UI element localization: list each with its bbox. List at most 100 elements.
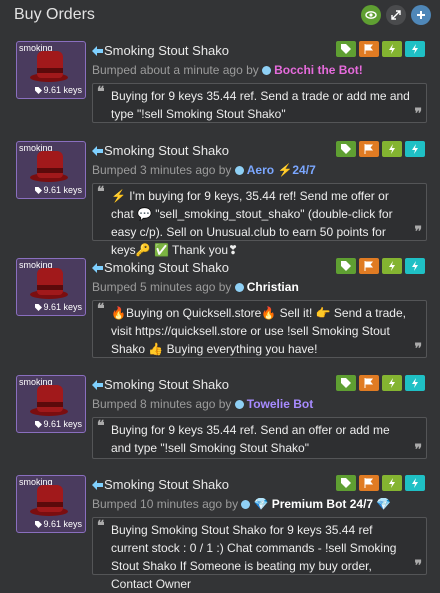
message-text: Buying for 9 keys 35.44 ref. Send a trad… bbox=[111, 89, 410, 121]
tag-icon-button[interactable] bbox=[336, 41, 356, 57]
price-badge: 9.61 keys bbox=[35, 302, 82, 313]
user-avatar bbox=[262, 66, 272, 75]
flag-icon-button[interactable] bbox=[359, 475, 379, 491]
hat-icon bbox=[37, 51, 63, 78]
listing-actions bbox=[336, 258, 425, 274]
quote-close-icon: ❞ bbox=[414, 341, 422, 357]
flag-icon-button[interactable] bbox=[359, 258, 379, 274]
price-badge: 9.61 keys bbox=[35, 419, 82, 430]
user-name[interactable]: Bocchi the Bot! bbox=[274, 63, 363, 77]
item-icon[interactable]: smoking 9.61 keys bbox=[16, 375, 86, 433]
price-badge: 9.61 keys bbox=[35, 85, 82, 96]
item-name-link[interactable]: Smoking Stout Shako bbox=[92, 260, 229, 275]
hat-icon bbox=[37, 268, 63, 295]
eye-icon[interactable] bbox=[361, 5, 381, 25]
user-name[interactable]: Towelie Bot bbox=[247, 397, 313, 411]
bump-info: Bumped 8 minutes ago by Towelie Bot bbox=[92, 397, 313, 411]
tag-icon-button[interactable] bbox=[336, 258, 356, 274]
arrow-left-icon bbox=[92, 45, 103, 56]
hat-band bbox=[37, 402, 63, 407]
listing-message: ❝ Buying for 9 keys 35.44 ref. Send a tr… bbox=[92, 83, 427, 123]
listing-message: ❝ 🔥Buying on Quicksell.store🔥 Sell it! 👉… bbox=[92, 300, 427, 358]
tag-icon bbox=[35, 187, 43, 194]
user-avatar bbox=[234, 283, 244, 292]
arrow-left-icon bbox=[92, 262, 103, 273]
listing-message: ❝ Buying for 9 keys 35.44 ref. Send an o… bbox=[92, 417, 427, 459]
item-name-link[interactable]: Smoking Stout Shako bbox=[92, 43, 229, 58]
plus-icon[interactable] bbox=[411, 5, 431, 25]
item-icon[interactable]: smoking 9.61 keys bbox=[16, 475, 86, 533]
listing-actions bbox=[336, 475, 425, 491]
flag-icon-button[interactable] bbox=[359, 41, 379, 57]
user-name[interactable]: Christian bbox=[247, 280, 299, 294]
hat-band bbox=[37, 68, 63, 73]
lightning-icon-button[interactable] bbox=[382, 475, 402, 491]
item-name-link[interactable]: Smoking Stout Shako bbox=[92, 377, 229, 392]
price-badge: 9.61 keys bbox=[35, 185, 82, 196]
lightning-icon-button-alt[interactable] bbox=[405, 375, 425, 391]
lightning-icon-button[interactable] bbox=[382, 258, 402, 274]
item-name: Smoking Stout Shako bbox=[104, 143, 230, 158]
listing-message: ❝ Buying Smoking Stout Shako for 9 keys … bbox=[92, 517, 427, 591]
item-icon[interactable]: smoking 9.61 keys bbox=[16, 141, 86, 199]
quote-open-icon: ❝ bbox=[97, 418, 105, 434]
user-name[interactable]: 💎 Premium Bot 24/7 💎 bbox=[253, 497, 391, 511]
tag-icon bbox=[35, 87, 43, 94]
panel-header: Buy Orders bbox=[0, 0, 440, 30]
tag-icon bbox=[35, 421, 43, 428]
quote-close-icon: ❞ bbox=[414, 224, 422, 240]
lightning-icon-button[interactable] bbox=[382, 41, 402, 57]
item-name: Smoking Stout Shako bbox=[104, 377, 230, 392]
item-icon[interactable]: smoking 9.61 keys bbox=[16, 258, 86, 316]
tag-icon-button[interactable] bbox=[336, 141, 356, 157]
bump-text: Bumped about a minute ago by bbox=[92, 63, 259, 77]
item-icon[interactable]: smoking 9.61 keys bbox=[16, 41, 86, 99]
lightning-icon-button-alt[interactable] bbox=[405, 475, 425, 491]
arrow-left-icon bbox=[92, 145, 103, 156]
price-value: 9.61 keys bbox=[43, 519, 82, 529]
flag-icon-button[interactable] bbox=[359, 375, 379, 391]
expand-icon[interactable] bbox=[386, 5, 406, 25]
lightning-icon-button[interactable] bbox=[382, 375, 402, 391]
panel-title: Buy Orders bbox=[14, 6, 95, 23]
hat-band bbox=[37, 502, 63, 507]
bump-info: Bumped 10 minutes ago by 💎 Premium Bot 2… bbox=[92, 497, 391, 511]
message-text: 🔥Buying on Quicksell.store🔥 Sell it! 👉 S… bbox=[111, 306, 406, 356]
lightning-icon-button-alt[interactable] bbox=[405, 41, 425, 57]
quote-close-icon: ❞ bbox=[414, 106, 422, 122]
lightning-icon-button[interactable] bbox=[382, 141, 402, 157]
flag-icon-button[interactable] bbox=[359, 141, 379, 157]
quote-open-icon: ❝ bbox=[97, 184, 105, 200]
quote-open-icon: ❝ bbox=[97, 301, 105, 317]
user-avatar bbox=[241, 500, 251, 509]
price-value: 9.61 keys bbox=[43, 85, 82, 95]
price-value: 9.61 keys bbox=[43, 185, 82, 195]
tag-icon bbox=[35, 304, 43, 311]
bump-text: Bumped 3 minutes ago by bbox=[92, 163, 232, 177]
tag-icon-button[interactable] bbox=[336, 475, 356, 491]
user-avatar bbox=[234, 400, 244, 409]
item-name-link[interactable]: Smoking Stout Shako bbox=[92, 143, 229, 158]
item-name: Smoking Stout Shako bbox=[104, 260, 230, 275]
bump-info: Bumped 3 minutes ago by Aero ⚡24/7 bbox=[92, 163, 316, 177]
price-value: 9.61 keys bbox=[43, 302, 82, 312]
item-name-link[interactable]: Smoking Stout Shako bbox=[92, 477, 229, 492]
tag-icon-button[interactable] bbox=[336, 375, 356, 391]
message-text: Buying Smoking Stout Shako for 9 keys 35… bbox=[111, 523, 397, 591]
quote-open-icon: ❝ bbox=[97, 518, 105, 534]
listing-actions bbox=[336, 41, 425, 57]
user-avatar bbox=[234, 166, 244, 175]
listing-message: ❝ ⚡ I'm buying for 9 keys, 35.44 ref! Se… bbox=[92, 183, 427, 257]
listing-actions bbox=[336, 141, 425, 157]
buy-orders-panel: Buy Orders smoking 9.61 keys Smoking Sto… bbox=[0, 0, 440, 591]
arrow-left-icon bbox=[92, 479, 103, 490]
hat-icon bbox=[37, 385, 63, 412]
lightning-icon-button-alt[interactable] bbox=[405, 258, 425, 274]
lightning-icon-button-alt[interactable] bbox=[405, 141, 425, 157]
quote-close-icon: ❞ bbox=[414, 558, 422, 574]
bump-info: Bumped 5 minutes ago by Christian bbox=[92, 280, 299, 294]
user-name[interactable]: Aero ⚡24/7 bbox=[247, 163, 316, 177]
quote-open-icon: ❝ bbox=[97, 84, 105, 100]
hat-band bbox=[37, 168, 63, 173]
bump-text: Bumped 10 minutes ago by bbox=[92, 497, 239, 511]
